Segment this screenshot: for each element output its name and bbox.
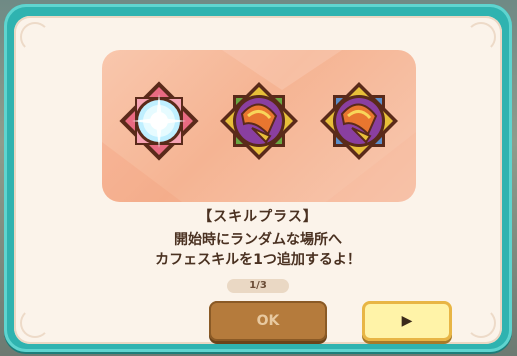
skill-illustration xyxy=(102,50,416,202)
green-horn-badge xyxy=(214,76,304,166)
description-line: カフェスキルを1つ追加するよ！ xyxy=(155,252,361,268)
ok-button[interactable]: OK xyxy=(209,301,327,341)
page-indicator: 1/3 xyxy=(227,279,289,293)
description-line: 開始時にランダムな場所へ xyxy=(174,232,342,248)
corner-ornament xyxy=(20,308,50,338)
dialog-panel: 【スキルプラス】 開始時にランダムな場所へ カフェスキルを1つ追加するよ！ 1/… xyxy=(14,16,502,344)
blue-horn-badge xyxy=(314,76,404,166)
skill-plus-dialog: 【スキルプラス】 開始時にランダムな場所へ カフェスキルを1つ追加するよ！ 1/… xyxy=(4,4,512,352)
corner-ornament xyxy=(466,22,496,52)
corner-ornament xyxy=(20,22,50,52)
dialog-title: 【スキルプラス】 xyxy=(198,209,318,225)
pink-sparkle-badge xyxy=(114,76,204,166)
corner-ornament xyxy=(466,308,496,338)
dialog-description: 開始時にランダムな場所へ カフェスキルを1つ追加するよ！ xyxy=(14,230,502,270)
next-button[interactable]: ▶ xyxy=(362,301,452,341)
